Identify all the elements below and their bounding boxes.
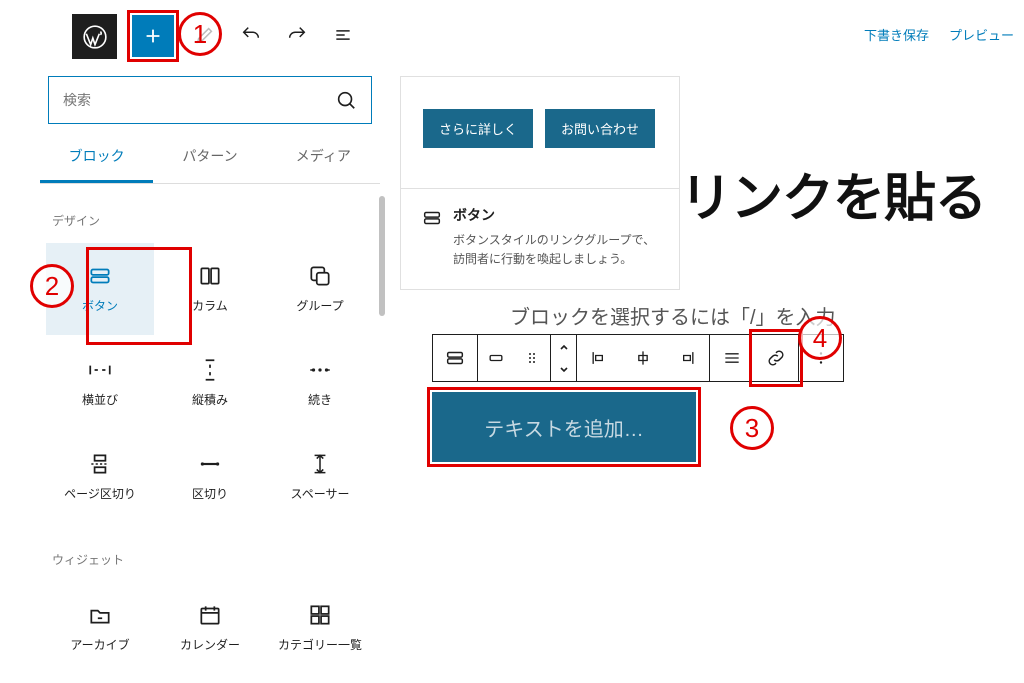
wordpress-icon <box>82 24 108 50</box>
block-label: 縦積み <box>192 393 228 409</box>
block-label: グループ <box>296 299 343 315</box>
button-icon <box>486 348 506 368</box>
preview-link[interactable]: プレビュー <box>949 25 1014 44</box>
drag-icon <box>524 350 540 366</box>
block-item-stack[interactable]: 縦積み <box>156 337 264 429</box>
move-down-button[interactable] <box>559 358 569 381</box>
block-label: スペーサー <box>291 487 350 503</box>
category-design-label: デザイン <box>40 184 380 243</box>
preview-button-2: お問い合わせ <box>545 109 655 148</box>
chevron-up-icon <box>559 342 569 352</box>
block-item-spacer[interactable]: スペーサー <box>266 431 374 523</box>
block-item-categories[interactable]: カテゴリー一覧 <box>266 582 374 674</box>
block-item-more[interactable]: 続き <box>266 337 374 429</box>
chevron-down-icon <box>559 365 569 375</box>
row-icon <box>87 357 113 383</box>
block-label: ボタン <box>82 299 118 315</box>
post-title-fragment[interactable]: リンクを貼る <box>680 156 986 231</box>
block-item-row[interactable]: 横並び <box>46 337 154 429</box>
more-icon <box>307 357 333 383</box>
columns-icon <box>197 263 223 289</box>
document-overview-button[interactable] <box>323 15 363 55</box>
tab-patterns[interactable]: パターン <box>153 136 266 183</box>
scrollbar-thumb[interactable] <box>379 196 385 316</box>
buttons-icon <box>444 347 466 369</box>
save-draft-link[interactable]: 下書き保存 <box>864 25 929 44</box>
block-helper-text: ブロックを選択するには「/」を入力 <box>510 301 836 330</box>
block-item-group[interactable]: グループ <box>266 243 374 335</box>
block-inserter-panel: ブロック パターン メディア デザイン ボタン カラム グループ 横並び 縦積み… <box>40 76 380 676</box>
block-label: カラム <box>192 299 228 315</box>
link-icon <box>765 347 787 369</box>
align-center-button[interactable] <box>621 335 665 381</box>
align-right-icon <box>677 348 697 368</box>
group-icon <box>307 263 333 289</box>
annotation-num-1: 1 <box>178 12 222 56</box>
search-input[interactable] <box>63 92 335 108</box>
block-item-columns[interactable]: カラム <box>156 243 264 335</box>
tab-blocks[interactable]: ブロック <box>40 136 153 183</box>
block-item-pagebreak[interactable]: ページ区切り <box>46 431 154 523</box>
button-block[interactable]: テキストを追加… <box>432 392 696 462</box>
width-icon <box>722 348 742 368</box>
preview-description: ボタンスタイルのリンクグループで、訪問者に行動を喚起しましょう。 <box>453 231 659 269</box>
annotation-num-3: 3 <box>730 406 774 450</box>
redo-icon <box>286 24 308 46</box>
align-right-button[interactable] <box>665 335 709 381</box>
move-up-button[interactable] <box>559 335 569 358</box>
search-box[interactable] <box>48 76 372 124</box>
buttons-icon <box>87 263 113 289</box>
block-toolbar <box>432 334 844 382</box>
block-label: 続き <box>308 393 332 409</box>
stack-icon <box>197 357 223 383</box>
annotation-num-2: 2 <box>30 264 74 308</box>
block-item-archive[interactable]: アーカイブ <box>46 582 154 674</box>
wordpress-logo[interactable] <box>72 14 117 59</box>
pagebreak-icon <box>87 451 113 477</box>
drag-handle[interactable] <box>514 335 550 381</box>
add-block-button[interactable] <box>132 15 174 57</box>
select-parent-button[interactable] <box>478 335 514 381</box>
block-preview-card: さらに詳しく お問い合わせ ボタン ボタンスタイルのリンクグループで、訪問者に行… <box>400 76 680 290</box>
plus-icon <box>142 25 164 47</box>
link-button[interactable] <box>754 335 798 381</box>
categories-icon <box>307 602 333 628</box>
archive-icon <box>87 602 113 628</box>
annotation-num-4: 4 <box>798 316 842 360</box>
block-type-button[interactable] <box>433 335 477 381</box>
block-label: 横並び <box>82 393 118 409</box>
preview-button-1: さらに詳しく <box>423 109 533 148</box>
align-center-icon <box>633 348 653 368</box>
category-widgets-label: ウィジェット <box>40 523 380 582</box>
block-item-calendar[interactable]: カレンダー <box>156 582 264 674</box>
block-label: アーカイブ <box>70 638 129 654</box>
width-button[interactable] <box>710 335 754 381</box>
list-icon <box>333 25 353 45</box>
buttons-icon <box>421 207 443 229</box>
block-label: 区切り <box>192 487 228 503</box>
block-item-separator[interactable]: 区切り <box>156 431 264 523</box>
preview-title: ボタン <box>453 205 659 225</box>
calendar-icon <box>197 602 223 628</box>
editor-canvas: さらに詳しく お問い合わせ ボタン ボタンスタイルのリンクグループで、訪問者に行… <box>400 76 1014 683</box>
search-icon <box>335 89 357 111</box>
separator-icon <box>197 451 223 477</box>
redo-button[interactable] <box>277 15 317 55</box>
align-left-icon <box>589 348 609 368</box>
align-left-button[interactable] <box>577 335 621 381</box>
undo-icon <box>240 24 262 46</box>
block-label: カテゴリー一覧 <box>278 638 362 654</box>
block-label: ページ区切り <box>64 487 136 503</box>
undo-button[interactable] <box>231 15 271 55</box>
tab-media[interactable]: メディア <box>267 136 380 183</box>
spacer-icon <box>307 451 333 477</box>
block-label: カレンダー <box>180 638 240 654</box>
